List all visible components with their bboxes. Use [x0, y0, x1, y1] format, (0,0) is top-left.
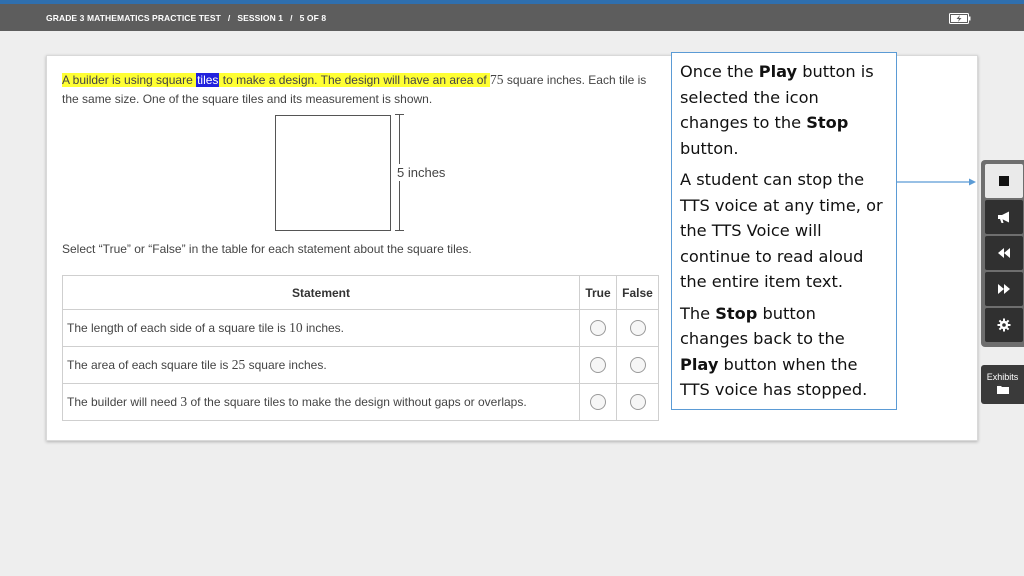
tts-highlighted-text: A builder is using square tiles to make … — [62, 73, 491, 87]
false-cell — [616, 309, 659, 347]
speak-button[interactable] — [985, 200, 1023, 234]
false-cell — [616, 383, 659, 421]
test-name: GRADE 3 MATHEMATICS PRACTICE TEST — [46, 13, 221, 23]
stop-icon — [999, 176, 1009, 186]
tts-toolbar — [981, 160, 1024, 347]
true-radio[interactable] — [590, 357, 606, 373]
statement-cell: The length of each side of a square tile… — [62, 309, 580, 347]
false-radio[interactable] — [629, 320, 646, 336]
folder-icon — [996, 386, 1009, 394]
tts-current-word: tiles — [196, 73, 220, 87]
stop-button[interactable] — [985, 164, 1023, 198]
statement-cell: The area of each square tile is 25 squar… — [62, 346, 580, 384]
gear-icon — [997, 318, 1011, 332]
exhibits-label: Exhibits — [986, 372, 1019, 382]
true-cell — [579, 383, 617, 421]
annotation-callout: Once the Play button is selected the ico… — [671, 52, 897, 410]
item-progress: 5 OF 8 — [299, 13, 327, 23]
dimension-label: 5 inches — [395, 164, 448, 181]
table-header-row: Statement True False — [62, 275, 659, 310]
megaphone-icon — [998, 211, 1009, 223]
rewind-button[interactable] — [985, 236, 1023, 270]
callout-paragraph: Once the Play button is selected the ico… — [680, 62, 874, 158]
battery-charging-icon — [949, 13, 971, 24]
table-row: The area of each square tile is 25 squar… — [62, 346, 659, 384]
session-label: SESSION 1 — [237, 13, 284, 23]
false-radio[interactable] — [629, 357, 646, 373]
true-radio[interactable] — [590, 394, 606, 410]
settings-button[interactable] — [985, 308, 1023, 342]
square-tile-figure — [275, 115, 391, 231]
area-value: 75 — [490, 72, 504, 87]
table-row: The length of each side of a square tile… — [62, 309, 659, 347]
rewind-icon — [998, 248, 1010, 258]
true-header: True — [579, 275, 617, 310]
breadcrumb: GRADE 3 MATHEMATICS PRACTICE TEST / SESSIO… — [46, 13, 326, 23]
true-cell — [579, 309, 617, 347]
statement-header: Statement — [62, 275, 580, 310]
statement-cell: The builder will need 3 of the square ti… — [62, 383, 580, 421]
fast-forward-icon — [998, 284, 1010, 294]
dimension-tick-top — [395, 114, 404, 115]
table-row: The builder will need 3 of the square ti… — [62, 383, 659, 421]
false-cell — [616, 346, 659, 384]
breadcrumb-separator: / — [290, 13, 293, 23]
true-cell — [579, 346, 617, 384]
true-false-table: Statement True False The length of each … — [62, 275, 659, 421]
false-header: False — [616, 275, 659, 310]
callout-paragraph: The Stop button changes back to the Play… — [680, 303, 868, 400]
breadcrumb-separator: / — [227, 13, 231, 23]
instruction-text: Select “True” or “False” in the table fo… — [62, 242, 472, 256]
dimension-tick-bottom — [395, 230, 404, 231]
false-radio[interactable] — [629, 394, 646, 410]
top-bar: GRADE 3 MATHEMATICS PRACTICE TEST / SESSIO… — [0, 4, 1024, 31]
callout-paragraph: A student can stop the TTS voice at any … — [680, 170, 883, 291]
callout-arrow — [897, 178, 976, 186]
fast-forward-button[interactable] — [985, 272, 1023, 306]
item-prompt: A builder is using square tiles to make … — [62, 72, 647, 106]
true-radio[interactable] — [590, 320, 606, 336]
exhibits-button[interactable]: Exhibits — [981, 365, 1024, 404]
